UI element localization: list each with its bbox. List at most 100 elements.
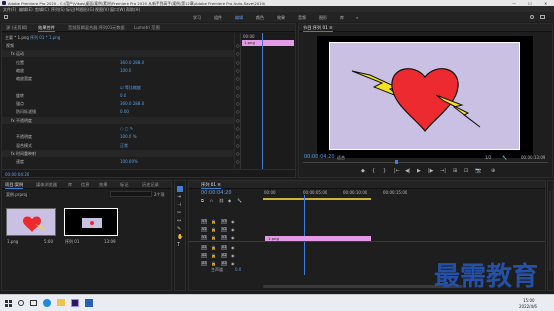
thumbnail-sequence[interactable] bbox=[64, 208, 118, 236]
maximize-button[interactable]: ☐ bbox=[528, 1, 532, 6]
sequence-label[interactable]: 序列 01 * 1.png bbox=[30, 35, 60, 40]
effect-row[interactable]: ○ □ ✎ ○ bbox=[2, 125, 240, 132]
menu-edit[interactable]: 编辑(E) bbox=[19, 7, 33, 12]
tab-media-browser[interactable]: 媒体浏览器 bbox=[36, 182, 57, 188]
ripple-edit-tool-icon[interactable]: ⊣ bbox=[177, 202, 181, 208]
timeline-scrollbar[interactable] bbox=[263, 285, 463, 288]
menu-view[interactable]: 视图(V) bbox=[95, 7, 109, 12]
mini-playhead[interactable] bbox=[262, 33, 263, 169]
selection-tool-icon[interactable] bbox=[177, 186, 183, 192]
play-button[interactable]: ▶ bbox=[417, 168, 421, 174]
effect-controls-timecode[interactable]: 00:00:04:20 bbox=[5, 172, 29, 177]
menu-sequence[interactable]: 序列(S) bbox=[51, 7, 65, 12]
tab-sequence-01[interactable]: 序列 01 ≡ bbox=[201, 182, 221, 189]
go-to-in-button[interactable]: |← bbox=[394, 168, 400, 174]
effect-row[interactable]: 不透明度 100.0 % ○ bbox=[2, 133, 240, 140]
track-target-toggle[interactable]: A1 bbox=[201, 245, 207, 250]
effect-row-value[interactable]: 0.00 bbox=[120, 109, 129, 114]
workspace-graphics[interactable]: 图形 bbox=[319, 15, 327, 20]
workspace-libraries[interactable]: 库 bbox=[340, 15, 344, 20]
track-lock-icon[interactable]: 🔒 bbox=[211, 219, 216, 224]
menu-file[interactable]: 文件(F) bbox=[3, 7, 16, 12]
add-marker-button[interactable]: ◆ bbox=[361, 168, 365, 174]
workspace-audio[interactable]: 音频 bbox=[298, 15, 306, 20]
effect-row-value[interactable]: 正常 bbox=[120, 143, 128, 148]
tab-project[interactable]: 项目:案例 bbox=[5, 182, 24, 189]
tab-markers[interactable]: 标记 bbox=[120, 182, 128, 188]
linked-selection-icon[interactable]: ⛓ bbox=[219, 198, 224, 203]
share-icon[interactable] bbox=[540, 15, 545, 19]
edge-icon[interactable] bbox=[43, 299, 51, 307]
effect-row[interactable]: 缩放 100.0 ○ bbox=[2, 67, 240, 74]
workspace-color[interactable]: 颜色 bbox=[256, 15, 264, 20]
razor-tool-icon[interactable]: ✂ bbox=[177, 210, 181, 216]
workspace-assembly[interactable]: 组件 bbox=[214, 15, 222, 20]
effect-row-value[interactable]: 100.0 % bbox=[120, 134, 137, 139]
track-name[interactable]: V1 bbox=[221, 235, 227, 240]
tab-info[interactable]: 信息 bbox=[81, 182, 89, 188]
step-back-button[interactable]: ◀| bbox=[405, 168, 411, 174]
effect-row-value[interactable]: 360.0 288.0 bbox=[120, 101, 144, 106]
taskbar-time[interactable]: 15:00 bbox=[523, 298, 535, 303]
effect-row[interactable]: 速度 100.00% ○ bbox=[2, 158, 240, 165]
search-icon[interactable] bbox=[530, 15, 534, 19]
export-frame-button[interactable]: 📷 bbox=[475, 168, 481, 174]
effect-row[interactable]: fx 运动 ○ bbox=[2, 50, 240, 58]
track-lock-icon[interactable]: 🔒 bbox=[211, 253, 216, 258]
effect-row-value[interactable]: ☑ 等比缩放 bbox=[120, 85, 141, 90]
work-area-bar[interactable] bbox=[263, 198, 371, 200]
tab-metadata[interactable]: 元数据 bbox=[112, 25, 125, 31]
start-icon[interactable] bbox=[5, 300, 12, 307]
timeline-ruler[interactable]: 00:00 00:00:05:00 00:00:10:00 00:00:15:0… bbox=[263, 190, 545, 202]
add-button[interactable]: ⊕ bbox=[491, 168, 495, 174]
effect-row[interactable]: ☑ 等比缩放 ○ bbox=[2, 84, 240, 91]
effect-row[interactable]: 位置 360.0 288.0 ○ bbox=[2, 59, 240, 66]
master-track-value[interactable]: 0.0 bbox=[235, 267, 241, 272]
menu-window[interactable]: 窗口(W) bbox=[110, 7, 125, 12]
clip-label[interactable]: 主要 * 1.png bbox=[5, 35, 29, 40]
track-name[interactable]: A1 bbox=[221, 245, 227, 250]
word-icon[interactable] bbox=[85, 299, 93, 307]
track-select-tool-icon[interactable]: ⇥ bbox=[177, 194, 181, 200]
project-item-1-png[interactable]: 1.png 5:00 bbox=[6, 208, 56, 246]
program-quality-select[interactable]: 1/2 bbox=[485, 155, 491, 160]
search-taskbar-icon[interactable] bbox=[18, 300, 24, 306]
file-explorer-icon[interactable] bbox=[57, 299, 65, 306]
workspace-effects[interactable]: 效果 bbox=[277, 15, 285, 20]
project-item-sequence[interactable]: 序列 01 13:09 bbox=[64, 208, 118, 246]
menu-graphics[interactable]: 图形(G) bbox=[80, 7, 94, 12]
step-forward-button[interactable]: |▶ bbox=[428, 168, 434, 174]
hand-tool-icon[interactable]: ✋ bbox=[177, 234, 183, 240]
effect-row-value[interactable]: 360.0 288.0 bbox=[120, 60, 144, 65]
track-lock-icon[interactable]: 🔒 bbox=[211, 235, 216, 240]
effect-row[interactable]: 旋转 0.0 ○ bbox=[2, 92, 240, 99]
track-name[interactable]: V3 bbox=[221, 219, 227, 224]
track-target-toggle[interactable]: V2 bbox=[201, 227, 207, 232]
tab-audio-mixer[interactable]: 音频剪辑混合器:序列01 bbox=[68, 25, 112, 31]
tab-history[interactable]: 历史记录 bbox=[142, 182, 159, 188]
track-name[interactable]: A2 bbox=[221, 253, 227, 258]
program-playhead[interactable] bbox=[395, 160, 398, 164]
track-lock-icon[interactable]: 🔒 bbox=[211, 227, 216, 232]
track-target-toggle[interactable]: V1 bbox=[201, 235, 207, 240]
tab-effect-controls[interactable]: 效果控件 bbox=[38, 25, 55, 32]
tab-libraries[interactable]: 库 bbox=[68, 182, 72, 188]
menu-help[interactable]: 帮助(H) bbox=[126, 7, 140, 12]
track-name[interactable]: A3 bbox=[221, 261, 227, 266]
menu-marker[interactable]: 标记(M) bbox=[66, 7, 81, 12]
track-target-toggle[interactable]: A2 bbox=[201, 253, 207, 258]
program-settings-icon[interactable]: 🔧 bbox=[502, 155, 507, 160]
tab-effects[interactable]: 效果 bbox=[99, 182, 107, 188]
workspace-more[interactable]: » bbox=[356, 15, 358, 20]
slip-tool-icon[interactable]: ↔ bbox=[177, 218, 181, 224]
program-fit-select[interactable]: 适合 bbox=[337, 155, 345, 160]
task-view-icon[interactable] bbox=[30, 300, 37, 306]
track-lock-icon[interactable]: 🔒 bbox=[211, 261, 216, 266]
mark-in-button[interactable]: { bbox=[372, 168, 375, 174]
lift-button[interactable]: ⊞ bbox=[453, 168, 457, 174]
effect-row[interactable]: 锚点 360.0 288.0 ○ bbox=[2, 100, 240, 107]
track-visibility-icon[interactable]: ◉ bbox=[231, 253, 235, 258]
go-to-out-button[interactable]: →| bbox=[440, 168, 446, 174]
workspace-editing[interactable]: 编辑 bbox=[235, 15, 243, 20]
effect-row-value[interactable]: 100.0 bbox=[120, 68, 131, 73]
